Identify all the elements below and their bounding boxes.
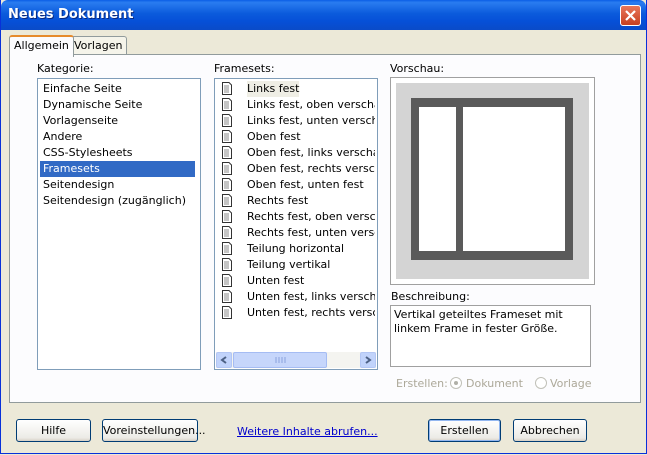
more-content-link[interactable]: Weitere Inhalte abrufen... bbox=[237, 425, 378, 438]
document-icon bbox=[222, 82, 232, 95]
list-item[interactable]: Unten fest bbox=[217, 273, 375, 289]
document-icon bbox=[222, 98, 232, 111]
list-item-label: Unten fest bbox=[247, 274, 305, 287]
list-item-label: Teilung vertikal bbox=[247, 258, 331, 271]
document-icon bbox=[222, 274, 232, 287]
list-item-label: Unten fest, links verschachtelt bbox=[247, 290, 375, 303]
list-item-selected[interactable]: Links fest bbox=[217, 81, 375, 97]
list-item-label: Teilung horizontal bbox=[247, 242, 345, 255]
document-icon bbox=[222, 210, 232, 223]
help-button-label: Hilfe bbox=[40, 424, 67, 437]
document-icon bbox=[222, 162, 232, 175]
preferences-button[interactable]: Voreinstellungen... bbox=[102, 419, 206, 442]
list-item[interactable]: Rechts fest, oben verschachtelt bbox=[217, 209, 375, 225]
radio-vorlage[interactable] bbox=[535, 377, 547, 389]
list-item[interactable]: Oben fest, links verschachtelt bbox=[217, 145, 375, 161]
description-text: Vertikal geteiltes Frameset mit linkem F… bbox=[390, 305, 591, 367]
framesets-items: Links festLinks fest, oben verschachtelt… bbox=[215, 79, 375, 345]
list-item[interactable]: Oben fest, unten fest bbox=[217, 177, 375, 193]
preferences-button-label: Voreinstellungen... bbox=[103, 424, 206, 437]
list-item[interactable]: Rechts fest bbox=[217, 193, 375, 209]
chevron-left-icon bbox=[220, 356, 227, 364]
document-icon bbox=[222, 114, 232, 127]
list-item[interactable]: Seitendesign bbox=[40, 177, 114, 193]
tab-vorlagen-label: Vorlagen bbox=[74, 39, 123, 52]
erstellen-label: Erstellen: bbox=[396, 377, 448, 390]
preview-pane bbox=[390, 77, 595, 285]
list-item-label: Links fest bbox=[247, 81, 300, 97]
grip-icon bbox=[275, 357, 286, 363]
document-icon bbox=[222, 194, 232, 207]
radio-dokument[interactable] bbox=[450, 377, 462, 389]
list-item-label: Links fest, oben verschachtelt bbox=[247, 98, 375, 111]
close-icon bbox=[625, 10, 636, 21]
list-item-label: Rechts fest, unten verschachtelt bbox=[247, 226, 375, 239]
list-item[interactable]: Einfache Seite bbox=[40, 81, 122, 97]
list-item[interactable]: Unten fest, rechts verschachtelt bbox=[217, 305, 375, 321]
list-item[interactable]: Teilung vertikal bbox=[217, 257, 375, 273]
beschreibung-label: Beschreibung: bbox=[391, 290, 470, 303]
dialog-window: Neues Dokument Allgemein Vorlagen Katego… bbox=[0, 0, 647, 454]
preview-label: Vorschau: bbox=[390, 62, 445, 75]
tab-allgemein-label: Allgemein bbox=[14, 39, 69, 52]
list-item-label: Unten fest, rechts verschachtelt bbox=[247, 306, 375, 319]
help-button[interactable]: Hilfe bbox=[16, 419, 91, 442]
radio-dokument-label: Dokument bbox=[466, 377, 523, 390]
list-item[interactable]: Links fest, oben verschachtelt bbox=[217, 97, 375, 113]
framesets-list[interactable]: Links festLinks fest, oben verschachtelt… bbox=[214, 78, 378, 370]
document-icon bbox=[222, 306, 232, 319]
list-item-label: Rechts fest, oben verschachtelt bbox=[247, 210, 375, 223]
list-item-label: Oben fest, links verschachtelt bbox=[247, 146, 375, 159]
title-bar[interactable]: Neues Dokument bbox=[1, 0, 646, 30]
create-button-label: Erstellen bbox=[440, 424, 489, 437]
document-icon bbox=[222, 130, 232, 143]
list-item-label: Links fest, unten verschachtelt bbox=[247, 114, 375, 127]
list-item[interactable]: Seitendesign (zugänglich) bbox=[40, 193, 186, 209]
tab-vorlagen[interactable]: Vorlagen bbox=[69, 36, 128, 55]
create-button[interactable]: Erstellen bbox=[428, 419, 501, 442]
list-item[interactable]: Unten fest, links verschachtelt bbox=[217, 289, 375, 305]
framesets-label: Framesets: bbox=[214, 62, 275, 75]
list-item[interactable]: Links fest, unten verschachtelt bbox=[217, 113, 375, 129]
tab-allgemein[interactable]: Allgemein bbox=[9, 35, 74, 57]
chevron-right-icon bbox=[365, 356, 372, 364]
list-item-label: Rechts fest bbox=[247, 194, 309, 207]
list-item[interactable]: Oben fest, rechts verschachtelt bbox=[217, 161, 375, 177]
list-item[interactable]: Teilung horizontal bbox=[217, 241, 375, 257]
list-item-label: Oben fest, unten fest bbox=[247, 178, 364, 191]
frameset-preview-icon bbox=[396, 83, 589, 279]
document-icon bbox=[222, 146, 232, 159]
list-item[interactable]: Oben fest bbox=[217, 129, 375, 145]
scroll-thumb[interactable] bbox=[233, 352, 327, 368]
cancel-button[interactable]: Abbrechen bbox=[513, 419, 587, 442]
list-item-selected[interactable]: Framesets bbox=[40, 161, 195, 177]
document-icon bbox=[222, 178, 232, 191]
list-item[interactable]: Dynamische Seite bbox=[40, 97, 142, 113]
horizontal-scrollbar[interactable] bbox=[216, 352, 376, 368]
list-item-label: Oben fest, rechts verschachtelt bbox=[247, 162, 375, 175]
list-item-label: Oben fest bbox=[247, 130, 301, 143]
cancel-button-label: Abbrechen bbox=[520, 424, 580, 437]
kategorie-list[interactable]: Einfache Seite Dynamische Seite Vorlagen… bbox=[37, 78, 201, 370]
close-button[interactable] bbox=[620, 5, 641, 26]
document-icon bbox=[222, 290, 232, 303]
document-icon bbox=[222, 258, 232, 271]
scroll-right-button[interactable] bbox=[360, 352, 376, 368]
scroll-left-button[interactable] bbox=[216, 352, 232, 368]
radio-vorlage-label: Vorlage bbox=[550, 377, 592, 390]
window-title: Neues Dokument bbox=[8, 7, 134, 22]
kategorie-label: Kategorie: bbox=[37, 62, 94, 75]
list-item[interactable]: Andere bbox=[40, 129, 82, 145]
document-icon bbox=[222, 226, 232, 239]
list-item[interactable]: CSS-Stylesheets bbox=[40, 145, 133, 161]
list-item[interactable]: Vorlagenseite bbox=[40, 113, 118, 129]
document-icon bbox=[222, 242, 232, 255]
list-item[interactable]: Rechts fest, unten verschachtelt bbox=[217, 225, 375, 241]
